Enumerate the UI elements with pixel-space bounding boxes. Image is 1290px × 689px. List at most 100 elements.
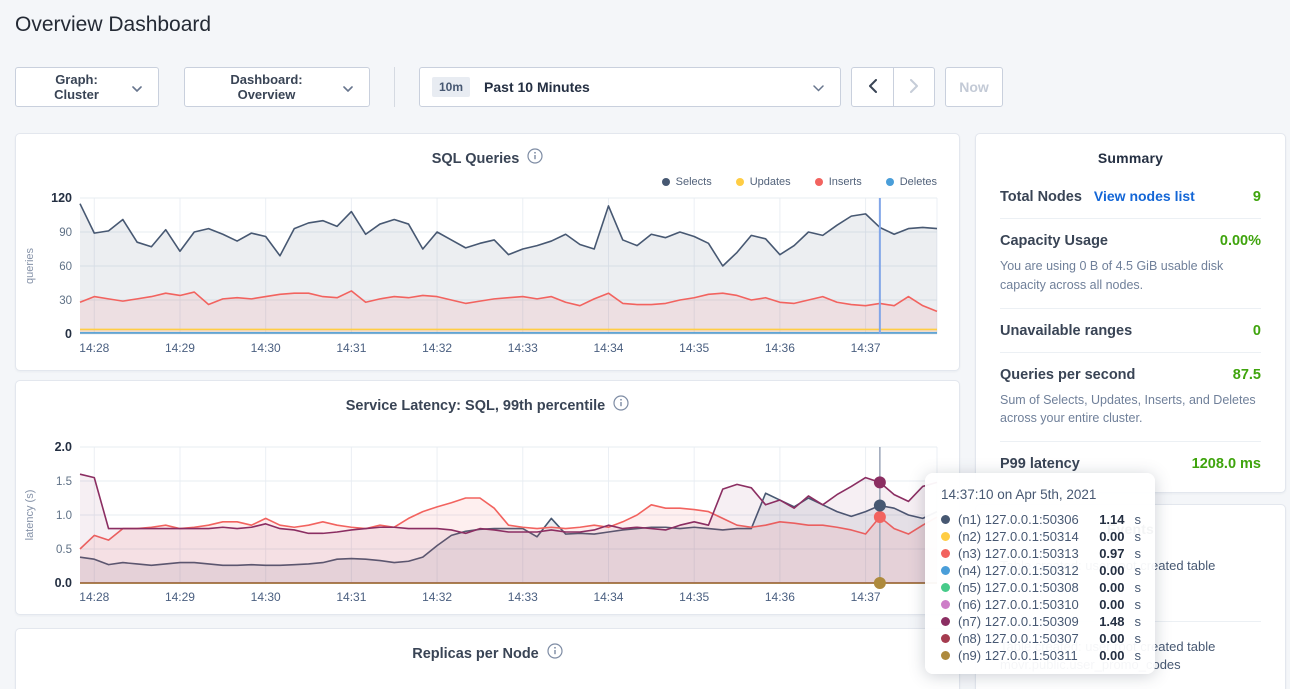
svg-text:14:29: 14:29 bbox=[165, 590, 195, 604]
tooltip-node-row: (n7) 127.0.0.1:503091.48s bbox=[941, 613, 1141, 630]
summary-description: You are using 0 B of 4.5 GiB usable disk… bbox=[1000, 257, 1261, 295]
svg-text:14:37: 14:37 bbox=[851, 341, 881, 355]
svg-text:14:28: 14:28 bbox=[79, 590, 109, 604]
svg-text:14:28: 14:28 bbox=[79, 341, 109, 355]
legend-label: Deletes bbox=[900, 176, 937, 188]
legend-dot bbox=[815, 178, 823, 186]
replicas-per-node-chart-title: Replicas per Node bbox=[412, 646, 539, 662]
legend-item-selects: Selects bbox=[662, 176, 712, 188]
latency-unit: s bbox=[1135, 511, 1142, 528]
tooltip-node-row: (n6) 127.0.0.1:503100.00s bbox=[941, 596, 1141, 613]
page-title: Overview Dashboard bbox=[15, 13, 211, 37]
latency-unit: s bbox=[1135, 647, 1142, 664]
chevron-right-icon bbox=[910, 79, 919, 96]
summary-row: Capacity Usage0.00%You are using 0 B of … bbox=[1000, 219, 1261, 309]
info-icon[interactable] bbox=[613, 395, 629, 416]
time-range-badge: 10m bbox=[432, 77, 470, 97]
summary-panel: Summary Total NodesView nodes list9Capac… bbox=[975, 133, 1286, 493]
node-address: (n7) 127.0.0.1:50309 bbox=[958, 613, 1091, 630]
svg-text:queries: queries bbox=[24, 247, 36, 284]
toolbar: Graph: Cluster Dashboard: Overview 10m P… bbox=[15, 67, 1003, 107]
time-range-dropdown[interactable]: 10m Past 10 Minutes bbox=[419, 67, 841, 107]
node-color-dot bbox=[941, 634, 950, 643]
node-latency-value: 1.48 bbox=[1099, 613, 1124, 630]
time-next-button[interactable] bbox=[893, 68, 934, 106]
svg-text:30: 30 bbox=[59, 295, 72, 307]
overview-dashboard-page: Overview Dashboard Graph: Cluster Dashbo… bbox=[0, 0, 1290, 689]
tooltip-node-row: (n9) 127.0.0.1:503110.00s bbox=[941, 647, 1141, 664]
latency-unit: s bbox=[1135, 545, 1142, 562]
info-icon[interactable] bbox=[547, 643, 563, 664]
time-range-label: Past 10 Minutes bbox=[484, 79, 590, 95]
node-address: (n2) 127.0.0.1:50314 bbox=[958, 528, 1091, 545]
node-address: (n8) 127.0.0.1:50307 bbox=[958, 630, 1091, 647]
node-color-dot bbox=[941, 600, 950, 609]
tooltip-node-row: (n1) 127.0.0.1:50306 1.14 s bbox=[941, 511, 1141, 528]
dashboard-dropdown-label: Dashboard: Overview bbox=[201, 72, 332, 102]
svg-text:14:32: 14:32 bbox=[422, 341, 452, 355]
sql-queries-card: SQL Queries SelectsUpdatesInsertsDeletes… bbox=[15, 133, 960, 371]
node-latency-value: 0.00 bbox=[1099, 528, 1124, 545]
time-prev-button[interactable] bbox=[852, 68, 893, 106]
svg-text:1.0: 1.0 bbox=[56, 510, 72, 522]
svg-text:14:34: 14:34 bbox=[593, 341, 623, 355]
svg-text:14:33: 14:33 bbox=[508, 341, 538, 355]
node-latency-value: 0.00 bbox=[1099, 562, 1124, 579]
info-icon[interactable] bbox=[527, 148, 543, 169]
summary-label: Capacity Usage bbox=[1000, 233, 1108, 249]
svg-text:14:30: 14:30 bbox=[251, 590, 281, 604]
node-latency-value: 0.00 bbox=[1099, 630, 1124, 647]
node-color-dot bbox=[941, 549, 950, 558]
tooltip-node-row: (n2) 127.0.0.1:50314 0.00 s bbox=[941, 528, 1141, 545]
node-latency-value: 0.97 bbox=[1099, 545, 1124, 562]
node-color-dot bbox=[941, 515, 950, 524]
latency-unit: s bbox=[1135, 528, 1142, 545]
summary-title: Summary bbox=[1000, 150, 1261, 166]
chevron-down-icon bbox=[813, 79, 824, 95]
node-latency-value: 0.00 bbox=[1099, 647, 1124, 664]
node-color-dot bbox=[941, 617, 950, 626]
summary-value: 9 bbox=[1253, 189, 1261, 205]
summary-row: Queries per second 87.5 Sum of Selects, Up… bbox=[1000, 353, 1261, 443]
graph-dropdown[interactable]: Graph: Cluster bbox=[15, 67, 159, 107]
svg-text:14:36: 14:36 bbox=[765, 341, 795, 355]
svg-text:1.5: 1.5 bbox=[56, 476, 72, 488]
summary-value: 87.5 bbox=[1233, 367, 1261, 383]
summary-value: 0 bbox=[1253, 323, 1261, 339]
svg-text:120: 120 bbox=[51, 191, 72, 205]
latency-unit: s bbox=[1135, 579, 1142, 596]
legend-label: Inserts bbox=[829, 176, 862, 188]
tooltip-node-row: (n4) 127.0.0.1:503120.00s bbox=[941, 562, 1141, 579]
replicas-per-node-card: Replicas per Node bbox=[15, 628, 960, 689]
now-button[interactable]: Now bbox=[945, 67, 1003, 107]
chevron-left-icon bbox=[868, 79, 877, 96]
time-step-group bbox=[851, 67, 935, 107]
legend-label: Updates bbox=[750, 176, 791, 188]
svg-text:60: 60 bbox=[59, 261, 72, 273]
svg-text:14:37: 14:37 bbox=[851, 590, 881, 604]
sql-queries-plot[interactable]: 14:2814:2914:3014:3114:3214:3314:3414:35… bbox=[17, 188, 960, 364]
legend-item-inserts: Inserts bbox=[815, 176, 862, 188]
chart-hover-tooltip: 14:37:10 on Apr 5th, 2021 (n1) 127.0.0.1… bbox=[925, 473, 1155, 674]
node-address: (n1) 127.0.0.1:50306 bbox=[958, 511, 1091, 528]
legend-item-updates: Updates bbox=[736, 176, 791, 188]
service-latency-plot[interactable]: 14:2814:2914:3014:3114:3214:3314:3414:35… bbox=[17, 437, 960, 613]
svg-text:0: 0 bbox=[65, 327, 72, 341]
summary-row: Unavailable ranges 0 bbox=[1000, 309, 1261, 353]
legend-dot bbox=[886, 178, 894, 186]
legend-dot bbox=[736, 178, 744, 186]
node-color-dot bbox=[941, 532, 950, 541]
dashboard-dropdown[interactable]: Dashboard: Overview bbox=[184, 67, 370, 107]
summary-label: Unavailable ranges bbox=[1000, 323, 1132, 339]
node-latency-value: 1.14 bbox=[1099, 511, 1124, 528]
summary-label: Queries per second bbox=[1000, 367, 1135, 383]
node-latency-value: 0.00 bbox=[1099, 579, 1124, 596]
summary-description: Sum of Selects, Updates, Inserts, and De… bbox=[1000, 391, 1261, 429]
svg-text:14:36: 14:36 bbox=[765, 590, 795, 604]
summary-value: 1208.0 ms bbox=[1192, 456, 1261, 472]
node-address: (n6) 127.0.0.1:50310 bbox=[958, 596, 1091, 613]
toolbar-divider bbox=[394, 67, 395, 107]
chevron-down-icon bbox=[343, 80, 353, 95]
summary-row: Total NodesView nodes list9 bbox=[1000, 174, 1261, 219]
view-nodes-link[interactable]: View nodes list bbox=[1094, 188, 1195, 204]
